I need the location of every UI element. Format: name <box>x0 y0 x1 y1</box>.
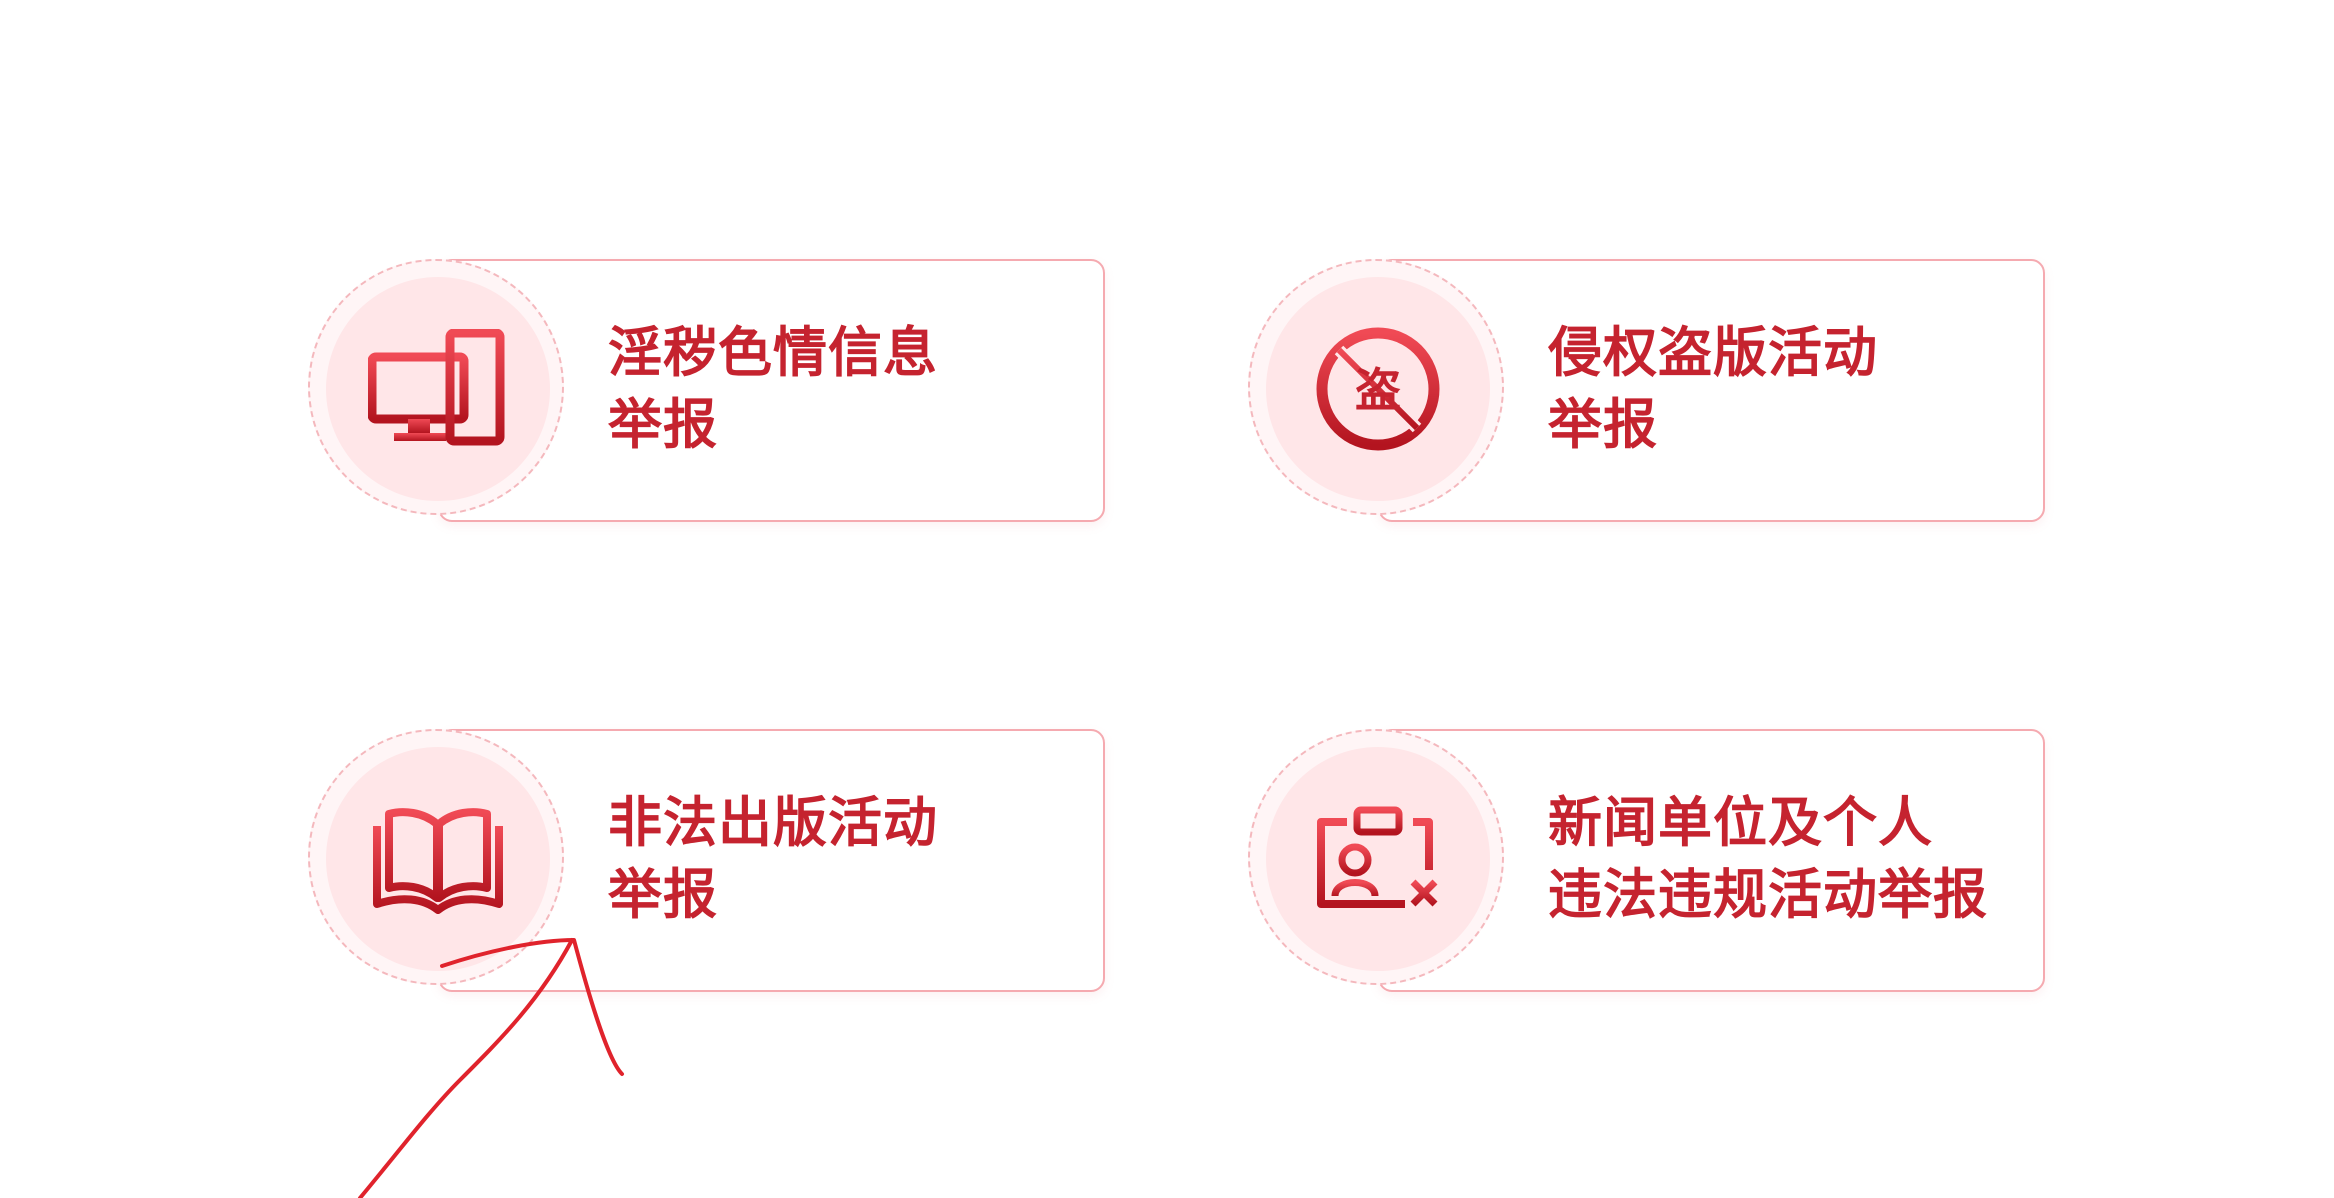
no-piracy-icon: 盗 <box>1316 327 1440 451</box>
annotation-arrow <box>358 938 624 1198</box>
report-card-porn[interactable]: 淫秽色情信息 举报 <box>308 259 1105 522</box>
icon-badge <box>308 729 564 985</box>
card-label-line1: 新闻单位及个人 <box>1548 791 1933 854</box>
card-label-line1: 非法出版活动 <box>608 791 938 854</box>
card-label-line2: 违法违规活动举报 <box>1548 863 1988 926</box>
card-label: 侵权盗版活动 举报 <box>1548 317 1878 461</box>
report-card-piracy[interactable]: 盗 侵权盗版活动 举报 <box>1248 259 2045 522</box>
card-label-line2: 举报 <box>608 863 718 926</box>
icon-badge <box>1248 729 1504 985</box>
icon-glyph: 盗 <box>1355 363 1401 417</box>
card-label-line2: 举报 <box>1548 393 1658 456</box>
report-card-illegal-publishing[interactable]: 非法出版活动 举报 <box>308 729 1105 992</box>
card-label: 新闻单位及个人 违法违规活动举报 <box>1548 787 1988 931</box>
icon-badge <box>308 259 564 515</box>
id-card-violation-icon <box>1317 806 1438 908</box>
card-label-line1: 淫秽色情信息 <box>608 321 938 384</box>
report-category-panel: 淫秽色情信息 举报 盗 侵权盗版活动 举报 非法出版活动 举报 新闻单位及个人 … <box>0 0 2334 1198</box>
card-label-line2: 举报 <box>608 393 718 456</box>
card-label: 淫秽色情信息 举报 <box>608 317 938 461</box>
report-card-news-violation[interactable]: 新闻单位及个人 违法违规活动举报 <box>1248 729 2045 992</box>
card-label: 非法出版活动 举报 <box>608 787 938 931</box>
icon-badge: 盗 <box>1248 259 1504 515</box>
computer-monitor-icon <box>368 329 505 446</box>
card-label-line1: 侵权盗版活动 <box>1548 321 1878 384</box>
open-book-icon <box>373 808 503 914</box>
